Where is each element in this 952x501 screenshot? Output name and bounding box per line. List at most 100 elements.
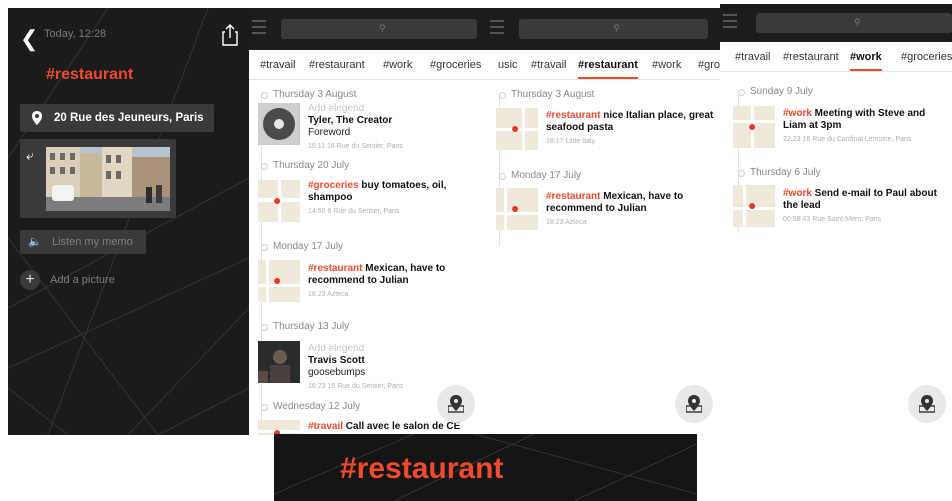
note-detail-panel: ❮ Today, 12:28 #restaurant 20 Rue des Je… (8, 8, 249, 435)
map-marker-icon: ● (511, 200, 520, 216)
entry-tag[interactable]: #restaurant (546, 110, 600, 121)
tab-travail[interactable]: #travail (531, 59, 566, 71)
vinyl-thumbnail (258, 103, 300, 145)
map-view-button[interactable] (675, 385, 713, 423)
list-item[interactable]: #restaurant nice Italian place, great se… (546, 110, 714, 148)
entry-tag[interactable]: #groceries (308, 180, 359, 191)
listen-memo-button[interactable]: 🔈 Listen my memo (20, 230, 146, 254)
map-thumbnail: ● (733, 185, 775, 227)
top-bar: ⚲ (249, 8, 487, 50)
search-icon: ⚲ (379, 23, 386, 33)
song-title: Foreword (308, 127, 351, 138)
map-marker-icon (448, 395, 464, 413)
share-icon[interactable] (222, 24, 238, 46)
day-header: Thursday 13 July (260, 321, 350, 332)
note-tag-title: #restaurant (46, 66, 134, 83)
tab-groceries[interactable]: #groceries (430, 59, 481, 71)
tab-groceries[interactable]: #groceries (901, 51, 952, 63)
top-bar: ⚲ (720, 4, 952, 42)
tag-tabs: #travail #restaurant #work #groceries (249, 50, 487, 80)
menu-icon[interactable] (490, 20, 504, 38)
map-view-button[interactable] (908, 385, 946, 423)
back-arrow-icon[interactable]: ❮ (20, 26, 38, 52)
tab-work[interactable]: #work (383, 59, 412, 71)
entry-meta: 18:23 Azteca (308, 291, 349, 298)
search-input[interactable]: ⚲ (281, 19, 477, 39)
timeline-screen-all: ⚲ #travail #restaurant #work #groceries … (249, 8, 487, 435)
song-artist: Travis Scott (308, 355, 365, 366)
day-header: Sunday 9 July (738, 86, 813, 97)
location-text: 20 Rue des Jeuneurs, Paris (54, 112, 204, 124)
entry-meta: 15:11 16 Rue du Sentier, Paris (308, 143, 403, 150)
tab-travail[interactable]: #travail (735, 51, 770, 63)
tab-restaurant[interactable]: #restaurant (309, 59, 365, 71)
add-legend-link[interactable]: Add #legend (308, 103, 478, 115)
location-field[interactable]: 20 Rue des Jeuneurs, Paris (20, 104, 214, 132)
tag-banner: #restaurant (274, 434, 697, 501)
entry-meta: 14:50 6 Rue du Sentier, Paris (308, 208, 400, 215)
list-item[interactable]: #restaurant Mexican, have to recommend t… (308, 263, 478, 301)
day-header: Monday 17 July (498, 170, 582, 181)
map-marker-icon (919, 395, 935, 413)
list-item[interactable]: #restaurant Mexican, have to recommend t… (546, 191, 714, 229)
map-marker-icon: ● (273, 192, 282, 208)
map-marker-icon (686, 395, 702, 413)
map-thumbnail: ● (496, 108, 538, 150)
tab-travail[interactable]: #travail (260, 59, 295, 71)
map-thumbnail: ● (496, 188, 538, 230)
day-header: Thursday 6 July (738, 167, 821, 178)
menu-icon[interactable] (723, 14, 737, 32)
add-picture-button[interactable]: + Add a picture (20, 270, 115, 290)
memo-label: Listen my memo (52, 236, 133, 248)
add-legend-link[interactable]: Add #legend (308, 343, 478, 355)
day-header: Wednesday 12 July (260, 401, 361, 412)
tab-groceries[interactable]: #gro (698, 59, 720, 71)
entry-tag[interactable]: #travail (308, 421, 343, 432)
tab-work[interactable]: #work (652, 59, 681, 71)
list-item[interactable]: #work Send e-mail to Paul about the lead… (783, 188, 949, 226)
song-title: goosebumps (308, 367, 366, 378)
entry-tag[interactable]: #restaurant (546, 191, 600, 202)
map-marker-icon: ● (748, 118, 757, 134)
entry-text: Call avec le salon de CE (343, 421, 461, 432)
entry-tag[interactable]: #work (783, 188, 812, 199)
album-thumbnail (258, 341, 300, 383)
entry-tag[interactable]: #restaurant (308, 263, 362, 274)
list-item[interactable]: Add #legend Tyler, The Creator Foreword … (308, 103, 478, 153)
entry-meta: 18:23 Azteca (546, 219, 587, 226)
search-icon: ⚲ (854, 17, 861, 27)
banner-title: #restaurant (340, 452, 504, 485)
note-time: Today, 12:28 (44, 28, 107, 40)
search-input[interactable]: ⚲ (519, 19, 708, 39)
list-item[interactable]: #groceries buy tomatoes, oil, shampoo 14… (308, 180, 478, 218)
map-thumbnail: ● (733, 106, 775, 148)
entry-meta: 18:17 Little Italy (546, 138, 596, 145)
map-thumbnail: ● (258, 260, 300, 302)
entry-meta: 00:58 43 Rue Saint-Merri, Paris (783, 216, 882, 223)
top-bar: ⚲ (487, 8, 720, 50)
tab-restaurant[interactable]: #restaurant (783, 51, 839, 63)
plus-icon: + (20, 270, 40, 290)
tag-tabs: usic #travail #restaurant #work #gro (487, 50, 720, 80)
map-marker-icon: ● (273, 272, 282, 288)
search-input[interactable]: ⚲ (756, 13, 952, 33)
day-header: Thursday 3 August (498, 89, 595, 100)
undo-icon[interactable]: ⤶ (26, 147, 34, 164)
add-picture-label: Add a picture (50, 273, 115, 286)
tab-restaurant[interactable]: #restaurant (578, 59, 638, 79)
day-header: Monday 17 July (260, 241, 344, 252)
day-header: Thursday 3 August (260, 89, 357, 100)
entry-meta: 22:23 16 Rue du Cardinal Lemoine, Paris (783, 136, 912, 143)
entry-tag[interactable]: #work (783, 108, 812, 119)
map-marker-icon: ● (511, 120, 520, 136)
map-marker-icon: ● (748, 197, 757, 213)
map-view-button[interactable] (437, 385, 475, 423)
photo-attachment[interactable]: ⤶ (20, 139, 176, 218)
tab-music[interactable]: usic (498, 59, 518, 71)
list-item[interactable]: #work Meeting with Steve and Liam at 3pm… (783, 108, 949, 146)
tab-work[interactable]: #work (850, 51, 882, 71)
menu-icon[interactable] (252, 20, 266, 38)
timeline-screen-work: ⚲ #travail #restaurant #work #groceries … (720, 4, 952, 435)
map-thumbnail: ● (258, 420, 300, 435)
speaker-icon: 🔈 (28, 236, 42, 248)
